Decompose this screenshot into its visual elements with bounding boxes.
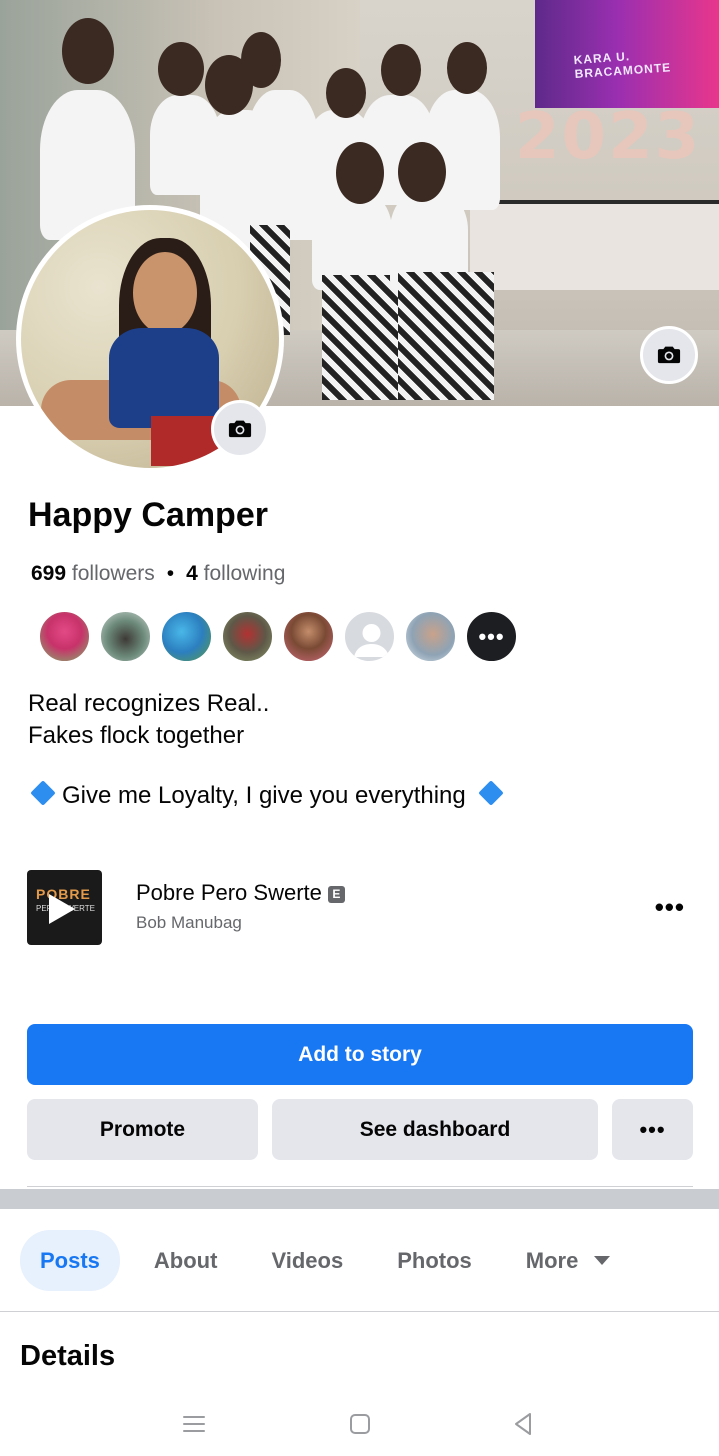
section-divider [0,1189,719,1209]
song-title: Pobre Pero Swerte [136,880,322,905]
profile-music[interactable]: POBRE PERO SWERTE Pobre Pero Swerte E Bob… [27,870,693,946]
avatar-camera-button[interactable] [211,400,269,458]
default-user-icon [354,624,389,657]
follower-avatar[interactable] [221,610,274,663]
cover-person-head [62,18,114,84]
cover-balloons: 2023 [515,100,702,174]
caret-down-icon [594,1256,611,1265]
cover-person-head [381,44,421,96]
followers-link[interactable]: 699 followers [31,562,155,585]
follower-avatar[interactable] [38,610,91,663]
album-art[interactable]: POBRE PERO SWERTE [27,870,102,945]
add-to-story-button[interactable]: Add to story [27,1024,693,1085]
details-heading: Details [20,1340,116,1372]
cover-person-head [241,32,281,88]
promote-button[interactable]: Promote [27,1099,258,1160]
blue-diamond-icon [30,780,56,806]
back-triangle-icon[interactable] [508,1409,538,1439]
cover-person-head [336,142,384,204]
song-title-row: Pobre Pero Swerte E [136,880,345,906]
followers-label: followers [71,562,155,585]
follow-stats: 699 followers • 4 following [31,562,285,586]
camera-icon [657,346,681,364]
tab-about[interactable]: About [134,1230,238,1291]
profile-tabs: Posts About Videos Photos More [20,1230,630,1291]
follower-avatar[interactable] [404,610,457,663]
system-navigation-bar [0,1394,719,1456]
bio-line-1: Real recognizes Real.. [28,690,270,717]
stats-separator: • [166,562,175,585]
profile-name: Happy Camper [28,496,268,534]
explicit-badge: E [327,886,345,903]
see-dashboard-button[interactable]: See dashboard [272,1099,598,1160]
following-link[interactable]: 4 following [186,562,285,585]
cover-camera-button[interactable] [640,326,698,384]
follower-avatar[interactable] [99,610,152,663]
tabs-divider [0,1311,719,1312]
bio-line-3-row: Give me Loyalty, I give you everything [28,780,510,812]
following-label: following [203,562,286,585]
camera-icon [228,420,252,438]
profile-bio: Real recognizes Real.. Fakes flock toget… [28,688,510,812]
bio-spacer [28,752,510,780]
follower-avatars-row: ••• [38,610,518,663]
divider [27,1186,693,1187]
following-count: 4 [186,562,198,585]
music-more-button[interactable]: ••• [655,892,685,923]
tab-posts[interactable]: Posts [20,1230,120,1291]
cover-person-head [398,142,446,202]
home-square-icon[interactable] [345,1409,375,1439]
follower-avatar[interactable] [282,610,335,663]
play-icon[interactable] [49,894,75,924]
more-followers-button[interactable]: ••• [465,610,518,663]
menu-icon[interactable] [179,1409,209,1439]
avatar-photo-face [133,252,197,334]
more-actions-button[interactable]: ••• [612,1099,693,1160]
cover-person-pants [322,275,398,400]
cover-table [470,200,719,290]
followers-count: 699 [31,562,67,585]
follower-avatar-placeholder[interactable] [343,610,396,663]
cover-person-head [447,42,487,94]
avatar-photo-top [109,328,219,428]
tab-more[interactable]: More [506,1230,631,1291]
blue-diamond-icon [478,780,504,806]
cover-person-head [326,68,366,118]
tab-videos[interactable]: Videos [251,1230,363,1291]
song-artist: Bob Manubag [136,913,242,932]
bio-line-3: Give me Loyalty, I give you everything [62,782,466,809]
tab-more-label: More [525,1247,579,1273]
follower-avatar[interactable] [160,610,213,663]
cover-person-head [158,42,204,96]
bio-line-2: Fakes flock together [28,722,245,749]
tab-photos[interactable]: Photos [377,1230,492,1291]
cover-person-pants [398,272,494,400]
